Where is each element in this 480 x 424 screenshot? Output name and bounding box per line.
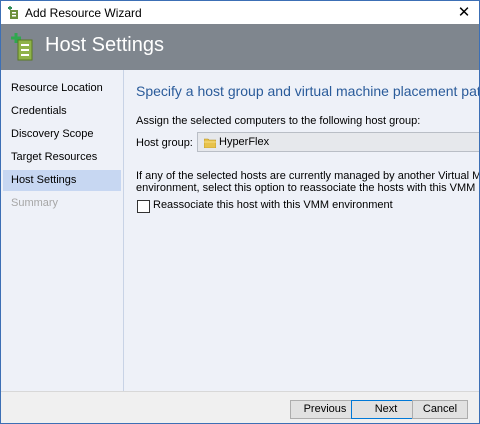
wizard-steps-sidebar: Resource Location Credentials Discovery … <box>1 70 124 391</box>
host-settings-panel: Specify a host group and virtual machine… <box>124 70 479 391</box>
sidebar-item-resource-location[interactable]: Resource Location <box>3 78 121 99</box>
wizard-app-icon <box>8 6 18 19</box>
server-add-icon <box>11 33 33 61</box>
add-resource-wizard-window: Add Resource Wizard ✕ Host Settings Reso… <box>0 0 480 424</box>
sidebar-item-host-settings[interactable]: Host Settings <box>3 170 121 191</box>
assign-instruction: Assign the selected computers to the fol… <box>136 115 421 127</box>
reassociate-checkbox-label[interactable]: Reassociate this host with this VMM envi… <box>153 199 393 211</box>
host-group-value: HyperFlex <box>219 136 270 148</box>
page-title: Host Settings <box>45 34 164 56</box>
cancel-button[interactable]: Cancel <box>412 400 468 419</box>
host-group-label: Host group: <box>136 137 193 149</box>
sidebar-item-summary: Summary <box>11 197 59 209</box>
reassociate-info-line-1: If any of the selected hosts are current… <box>136 170 479 182</box>
next-button[interactable]: Next <box>351 400 421 419</box>
window-title: Add Resource Wizard <box>25 6 142 20</box>
wizard-footer: Previous Next Cancel <box>1 391 479 423</box>
sidebar-item-target-resources[interactable]: Target Resources <box>3 147 121 168</box>
folder-icon <box>204 138 216 148</box>
section-heading: Specify a host group and virtual machine… <box>136 83 479 99</box>
previous-button[interactable]: Previous <box>290 400 360 419</box>
sidebar-item-credentials[interactable]: Credentials <box>3 101 121 122</box>
sidebar-item-discovery-scope[interactable]: Discovery Scope <box>3 124 121 145</box>
page-header: Host Settings <box>1 24 479 70</box>
reassociate-checkbox[interactable] <box>137 200 150 213</box>
reassociate-info-line-2: environment, select this option to reass… <box>136 182 479 194</box>
close-icon[interactable]: ✕ <box>449 1 479 24</box>
title-bar: Add Resource Wizard ✕ <box>1 1 479 24</box>
host-group-field[interactable]: HyperFlex <box>197 132 479 152</box>
